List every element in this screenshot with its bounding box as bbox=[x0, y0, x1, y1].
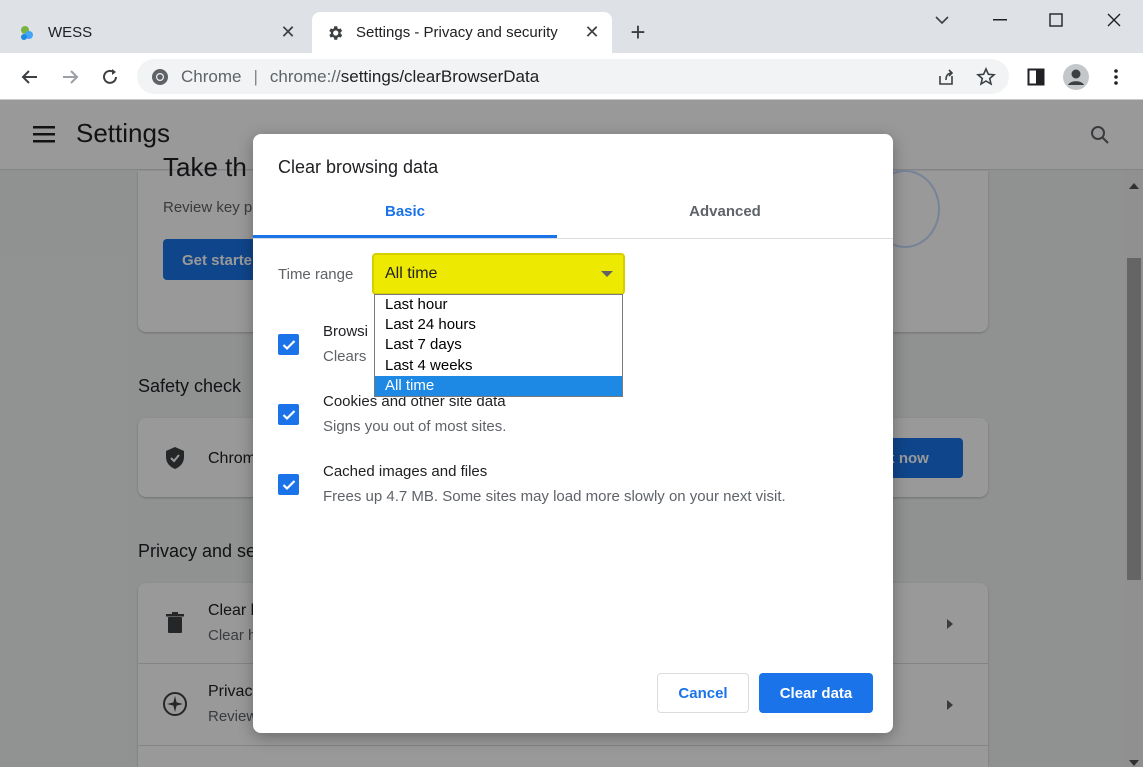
reload-icon[interactable] bbox=[96, 63, 124, 91]
tab-settings[interactable]: Settings - Privacy and security ✕ bbox=[312, 12, 612, 53]
checkmark-icon bbox=[282, 339, 295, 350]
close-icon[interactable]: ✕ bbox=[278, 22, 298, 42]
omnibox-path: settings/clearBrowserData bbox=[340, 66, 540, 86]
tab-divider bbox=[253, 238, 893, 239]
time-range-label: Time range bbox=[278, 266, 354, 283]
dialog-title: Clear browsing data bbox=[278, 157, 439, 177]
side-panel-icon[interactable] bbox=[1022, 63, 1050, 91]
gear-icon bbox=[326, 24, 344, 42]
browsing-history-title: Browsi bbox=[323, 323, 369, 340]
checkmark-icon bbox=[282, 409, 295, 420]
browsing-history-checkbox[interactable] bbox=[278, 334, 299, 355]
time-range-value: All time bbox=[385, 265, 438, 282]
back-icon[interactable] bbox=[16, 63, 44, 91]
more-menu-icon[interactable] bbox=[1102, 63, 1130, 91]
cookies-checkbox[interactable] bbox=[278, 404, 299, 425]
profile-avatar-icon[interactable] bbox=[1062, 63, 1090, 91]
omnibox-scheme: chrome:// bbox=[269, 66, 341, 86]
time-range-select[interactable]: All time bbox=[372, 253, 625, 295]
tab-wess-title: WESS bbox=[48, 24, 93, 41]
cached-images-checkbox[interactable] bbox=[278, 474, 299, 495]
cached-images-title: Cached images and files bbox=[323, 463, 488, 480]
minimize-icon[interactable] bbox=[980, 6, 1020, 34]
window-close-icon[interactable] bbox=[1094, 6, 1134, 34]
option-last-hour[interactable]: Last hour bbox=[375, 295, 622, 315]
omnibox-separator: | bbox=[253, 66, 258, 86]
dropdown-caret-icon bbox=[601, 271, 613, 277]
bookmark-star-icon[interactable] bbox=[972, 63, 1000, 91]
option-last-24-hours[interactable]: Last 24 hours bbox=[375, 315, 622, 335]
tab-advanced[interactable]: Advanced bbox=[557, 203, 893, 239]
chrome-icon bbox=[151, 68, 169, 86]
forward-icon[interactable] bbox=[56, 63, 84, 91]
clear-data-button[interactable]: Clear data bbox=[759, 673, 873, 713]
address-bar[interactable]: Chrome | chrome://settings/clearBrowserD… bbox=[137, 59, 1009, 94]
option-last-7-days[interactable]: Last 7 days bbox=[375, 335, 622, 355]
omnibox-site-label: Chrome bbox=[181, 66, 242, 86]
browsing-history-sub: Clears bbox=[323, 348, 367, 365]
tab-search-icon[interactable] bbox=[922, 6, 962, 34]
cookies-sub: Signs you out of most sites. bbox=[323, 418, 507, 435]
time-range-dropdown-list: Last hour Last 24 hours Last 7 days Last… bbox=[374, 294, 623, 397]
tab-basic[interactable]: Basic bbox=[253, 203, 557, 239]
option-last-4-weeks[interactable]: Last 4 weeks bbox=[375, 356, 622, 376]
share-icon[interactable] bbox=[932, 63, 960, 91]
wess-favicon-icon bbox=[18, 24, 36, 42]
active-tab-indicator bbox=[253, 235, 557, 238]
close-icon[interactable]: ✕ bbox=[582, 22, 602, 42]
cached-images-sub: Frees up 4.7 MB. Some sites may load mor… bbox=[323, 488, 786, 505]
option-all-time[interactable]: All time bbox=[375, 376, 622, 396]
maximize-icon[interactable] bbox=[1036, 6, 1076, 34]
new-tab-icon[interactable]: + bbox=[624, 18, 652, 46]
tab-wess[interactable]: WESS ✕ bbox=[18, 12, 308, 53]
cancel-button[interactable]: Cancel bbox=[657, 673, 749, 713]
tab-settings-title: Settings - Privacy and security bbox=[356, 24, 558, 41]
checkmark-icon bbox=[282, 479, 295, 490]
